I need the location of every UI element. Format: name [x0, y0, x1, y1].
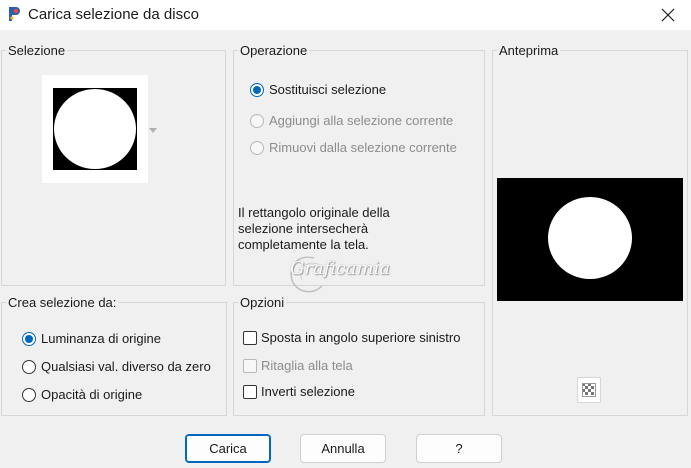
checkbox[interactable] — [243, 384, 257, 399]
cancel-button[interactable]: Annulla — [300, 434, 386, 463]
radio-label: Aggiungi alla selezione corrente — [269, 113, 454, 128]
radio-button[interactable] — [250, 82, 264, 97]
radio-add-to-selection[interactable]: Aggiungi alla selezione corrente — [250, 113, 453, 128]
note-line: selezione intersecherà — [238, 221, 369, 236]
preview-group-label: Anteprima — [497, 43, 561, 58]
note-line: Il rettangolo originale della — [238, 205, 390, 220]
checkbox-label: Ritaglia alla tela — [261, 358, 353, 373]
radio-button[interactable] — [250, 140, 264, 155]
title-bar: Carica selezione da disco — [0, 0, 691, 30]
checkbox[interactable] — [243, 330, 257, 345]
radio-remove-from-selection[interactable]: Rimuovi dalla selezione corrente — [250, 140, 457, 155]
radio-label: Luminanza di origine — [41, 331, 161, 346]
selection-thumbnail — [53, 88, 137, 170]
checkbox-label: Inverti selezione — [261, 384, 355, 399]
help-button[interactable]: ? — [416, 434, 502, 463]
radio-source-luminance[interactable]: Luminanza di origine — [22, 331, 161, 346]
load-button[interactable]: Carica — [185, 434, 271, 463]
create-from-group-label: Crea selezione da: — [6, 295, 119, 310]
preview-circle — [548, 197, 632, 279]
radio-label: Rimuovi dalla selezione corrente — [269, 140, 457, 155]
operation-group: Operazione Sostituisci selezione Aggiung… — [233, 43, 485, 286]
radio-any-nonzero[interactable]: Qualsiasi val. diverso da zero — [22, 359, 211, 374]
selection-group: Selezione — [1, 43, 226, 286]
window-title: Carica selezione da disco — [28, 6, 199, 23]
radio-button[interactable] — [22, 331, 36, 346]
close-button[interactable] — [645, 0, 691, 30]
preview-canvas — [497, 178, 683, 301]
thumbnail-circle — [54, 89, 136, 169]
radio-label: Opacità di origine — [41, 387, 143, 402]
radio-label: Qualsiasi val. diverso da zero — [41, 359, 211, 374]
selection-thumbnail-dropdown[interactable] — [42, 75, 148, 183]
radio-label: Sostituisci selezione — [269, 82, 387, 97]
checkbox-crop-to-canvas[interactable]: Ritaglia alla tela — [243, 358, 353, 373]
close-icon — [661, 8, 675, 22]
options-group-label: Opzioni — [238, 295, 287, 310]
checkbox-move-top-left[interactable]: Sposta in angolo superiore sinistro — [243, 330, 460, 345]
preview-group: Anteprima — [492, 43, 688, 416]
selection-group-label: Selezione — [6, 43, 68, 58]
checkbox-label: Sposta in angolo superiore sinistro — [261, 330, 461, 345]
operation-group-label: Operazione — [238, 43, 310, 58]
checker-preview-icon — [582, 383, 596, 397]
options-group: Opzioni Sposta in angolo superiore sinis… — [233, 295, 485, 416]
note-line: completamente la tela. — [238, 237, 369, 252]
radio-source-opacity[interactable]: Opacità di origine — [22, 387, 142, 402]
radio-button[interactable] — [250, 113, 264, 128]
create-from-group: Crea selezione da: Luminanza di origine … — [1, 295, 227, 416]
paintshop-pro-icon — [9, 7, 20, 21]
radio-replace-selection[interactable]: Sostituisci selezione — [250, 82, 386, 97]
chevron-down-icon[interactable] — [149, 128, 157, 134]
radio-button[interactable] — [22, 359, 36, 374]
preview-zoom-button[interactable] — [577, 377, 601, 403]
radio-button[interactable] — [22, 387, 36, 402]
checkbox-invert-selection[interactable]: Inverti selezione — [243, 384, 355, 399]
checkbox[interactable] — [243, 358, 257, 373]
operation-note: Il rettangolo originale della selezione … — [238, 205, 390, 253]
